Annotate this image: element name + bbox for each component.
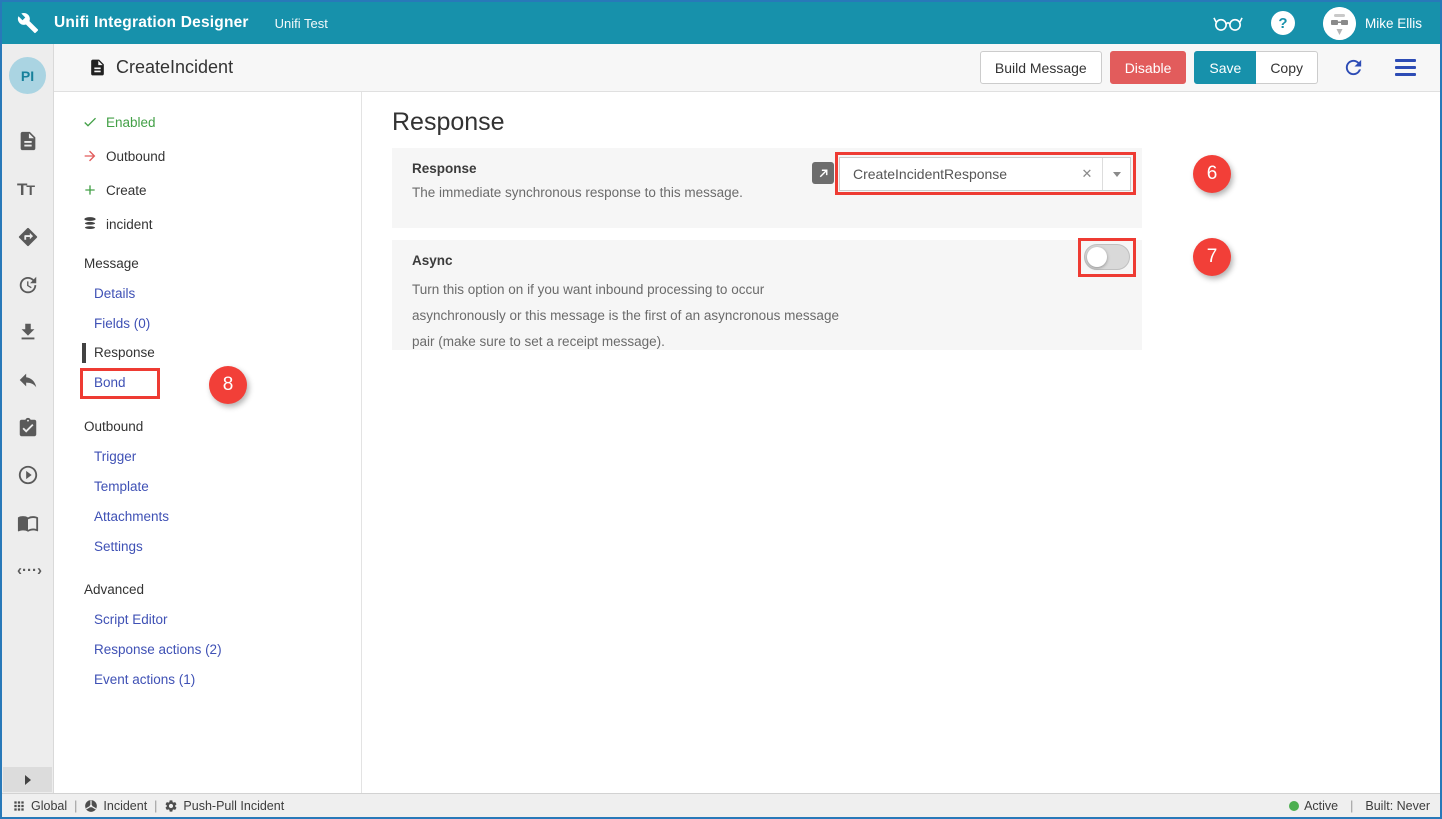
statusbar-process-label: Incident: [103, 799, 147, 813]
active-status-label: Active: [1304, 799, 1338, 813]
play-circle-icon[interactable]: [17, 464, 39, 486]
response-field-description: The immediate synchronous response to th…: [412, 185, 743, 200]
section-heading: Response: [392, 108, 505, 137]
async-description-line: pair (make sure to set a receipt message…: [412, 329, 839, 355]
statusbar-divider: [154, 799, 157, 813]
directions-icon[interactable]: [17, 226, 39, 248]
disable-button[interactable]: Disable: [1110, 51, 1187, 84]
build-message-button[interactable]: Build Message: [980, 51, 1102, 84]
nav-item-response[interactable]: Response: [94, 345, 155, 360]
active-status-dot: [1289, 801, 1299, 811]
clear-icon[interactable]: [1072, 166, 1102, 182]
nav-item-event-actions[interactable]: Event actions (1): [94, 672, 195, 687]
grid-icon: [12, 799, 26, 813]
check-icon: [82, 114, 98, 130]
environment-label: Unifi Test: [275, 16, 328, 31]
async-toggle[interactable]: [1084, 244, 1130, 270]
async-field-card: Async Turn this option on if you want in…: [392, 240, 1142, 350]
nav-section-advanced: Advanced: [84, 582, 144, 597]
text-fields-icon[interactable]: TT: [17, 180, 39, 202]
icon-rail: PI TT ‹···›: [2, 44, 54, 793]
chevron-down-icon[interactable]: [1103, 172, 1130, 177]
status-table-label: incident: [106, 217, 153, 232]
glasses-icon[interactable]: [1213, 13, 1243, 33]
document-icon: [88, 58, 107, 77]
help-icon[interactable]: [1271, 11, 1295, 35]
response-input[interactable]: [840, 158, 1072, 190]
statusbar-integration-label: Push-Pull Incident: [183, 799, 284, 813]
arrow-right-icon: [82, 148, 98, 164]
statusbar-divider: [74, 799, 77, 813]
update-icon[interactable]: [17, 274, 39, 296]
book-icon[interactable]: [17, 512, 39, 534]
topbar: Unifi Integration Designer Unifi Test: [2, 2, 1440, 44]
statusbar-status: Active Built: Never: [1289, 799, 1430, 813]
nav-section-message: Message: [84, 256, 139, 271]
status-table: incident: [82, 216, 153, 232]
status-direction: Outbound: [82, 148, 165, 164]
open-reference-icon[interactable]: [812, 162, 834, 184]
nav-item-response-actions[interactable]: Response actions (2): [94, 642, 222, 657]
user-avatar[interactable]: [1323, 7, 1356, 40]
nav-item-bond[interactable]: Bond: [94, 375, 126, 390]
async-field-description: Turn this option on if you want inbound …: [412, 277, 839, 355]
code-icon[interactable]: ‹···›: [17, 562, 39, 584]
nav-item-attachments[interactable]: Attachments: [94, 509, 169, 524]
statusbar-integration: Push-Pull Incident: [164, 799, 284, 813]
annotation-badge-6: 6: [1193, 155, 1231, 193]
status-enabled-label: Enabled: [106, 115, 156, 130]
gear-icon: [164, 799, 178, 813]
user-name: Mike Ellis: [1365, 16, 1422, 31]
process-icon: [84, 799, 98, 813]
async-description-line: asynchronously or this message is the fi…: [412, 303, 839, 329]
message-side-nav: Enabled Outbound Create incident Message…: [55, 92, 362, 793]
integration-avatar[interactable]: PI: [9, 57, 46, 94]
selected-indicator: [82, 343, 86, 363]
menu-icon[interactable]: [1395, 59, 1416, 77]
topbar-actions: Mike Ellis: [1213, 7, 1440, 40]
statusbar: Global Incident Push-Pull Incident Activ…: [2, 793, 1440, 817]
copy-button[interactable]: Copy: [1256, 51, 1318, 84]
statusbar-process: Incident: [84, 799, 147, 813]
app-title: Unifi Integration Designer: [54, 14, 249, 32]
nav-item-fields[interactable]: Fields (0): [94, 316, 150, 331]
page-title: CreateIncident: [116, 57, 233, 78]
annotation-badge-8: 8: [209, 366, 247, 404]
response-field-label: Response: [412, 161, 477, 176]
plus-icon: [82, 182, 98, 198]
download-icon[interactable]: [17, 321, 39, 343]
async-description-line: Turn this option on if you want inbound …: [412, 277, 839, 303]
refresh-icon[interactable]: [1342, 56, 1365, 79]
statusbar-scope-label: Global: [31, 799, 67, 813]
wrench-icon: [17, 12, 39, 34]
status-action: Create: [82, 182, 147, 198]
status-direction-label: Outbound: [106, 149, 165, 164]
nav-item-settings[interactable]: Settings: [94, 539, 143, 554]
database-icon: [82, 216, 98, 232]
nav-section-outbound: Outbound: [84, 419, 143, 434]
built-status-label: Built: Never: [1365, 799, 1430, 813]
async-field-label: Async: [412, 253, 453, 268]
status-enabled: Enabled: [82, 114, 156, 130]
collapse-panel-button[interactable]: [3, 767, 52, 792]
document-icon[interactable]: [17, 130, 39, 152]
statusbar-scope: Global: [12, 799, 67, 813]
tasks-icon[interactable]: [17, 417, 39, 439]
annotation-badge-7: 7: [1193, 238, 1231, 276]
response-combobox: [839, 157, 1131, 191]
unifi-integration-designer-app: Unifi Integration Designer Unifi Test: [0, 0, 1442, 819]
nav-item-script-editor[interactable]: Script Editor: [94, 612, 168, 627]
nav-item-trigger[interactable]: Trigger: [94, 449, 136, 464]
save-button[interactable]: Save: [1194, 51, 1256, 84]
status-action-label: Create: [106, 183, 147, 198]
nav-item-details[interactable]: Details: [94, 286, 135, 301]
toggle-knob: [1087, 247, 1107, 267]
message-header: CreateIncident Build Message Disable Sav…: [54, 44, 1440, 92]
header-buttons: Build Message Disable Save Copy: [980, 51, 1424, 84]
reply-icon[interactable]: [17, 369, 39, 391]
statusbar-divider: [1350, 799, 1353, 813]
nav-item-template[interactable]: Template: [94, 479, 149, 494]
